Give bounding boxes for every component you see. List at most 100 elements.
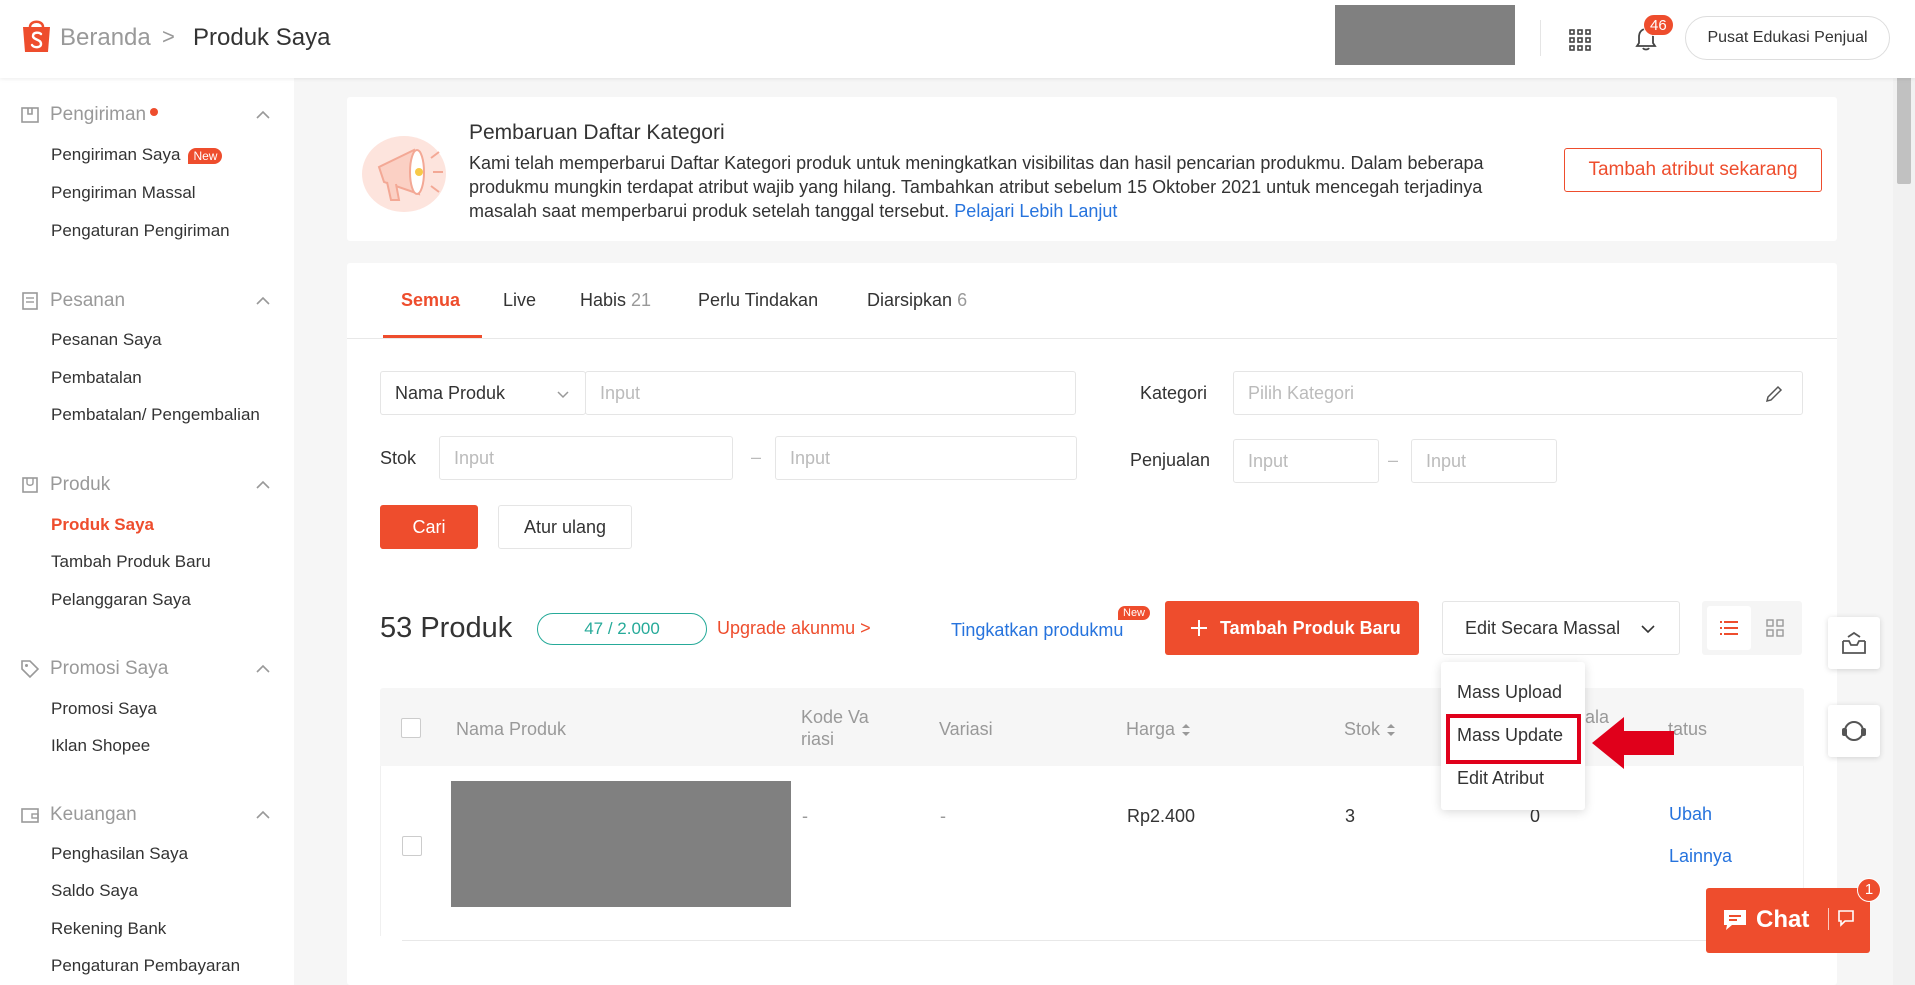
add-product-button[interactable]: Tambah Produk Baru [1165,601,1419,655]
reset-button[interactable]: Atur ulang [498,505,632,549]
kategori-label: Kategori [1140,383,1208,403]
column-header-stock[interactable]: Stok [1344,718,1396,740]
column-header-price[interactable]: Harga [1126,718,1191,740]
sidebar-item-pengiriman-massal[interactable]: Pengiriman Massal [51,183,196,203]
pencil-icon [1765,385,1783,403]
wallet-icon [21,808,39,823]
new-badge: New [1118,606,1151,620]
menu-item-edit-atribut[interactable]: Edit Atribut [1457,768,1544,789]
add-attribute-button[interactable]: Tambah atribut sekarang [1564,148,1822,192]
support-float-button[interactable] [1828,705,1880,757]
chevron-up-icon[interactable] [254,476,272,494]
chat-unread-badge: 1 [1857,878,1881,902]
chevron-up-icon[interactable] [254,292,272,310]
chevron-up-icon[interactable] [254,806,272,824]
chevron-down-icon [557,391,569,399]
search-field-select[interactable]: Nama Produk [380,371,586,415]
stock-max-input[interactable]: Input [775,436,1077,480]
row-stock: 3 [1345,806,1356,826]
learn-more-link[interactable]: Pelajari Lebih Lanjut [954,201,1117,221]
sidebar-item-pesanan-saya[interactable]: Pesanan Saya [51,330,162,350]
sidebar-item-pengiriman-saya[interactable]: Pengiriman Saya New [51,145,223,165]
chevron-up-icon[interactable] [254,106,272,124]
sidebar-item-saldo[interactable]: Saldo Saya [51,881,138,901]
sidebar-item-penghasilan[interactable]: Penghasilan Saya [51,844,188,864]
inbox-float-button[interactable] [1828,617,1880,669]
grid-view-button[interactable] [1753,606,1797,650]
sidebar-section-keuangan[interactable]: Keuangan [20,804,272,826]
list-view-icon [1720,621,1738,635]
row-sku: - [802,806,808,826]
tab-perlu-tindakan[interactable]: Perlu Tindakan [698,290,818,311]
column-header-sku: Kode Va riasi [801,707,869,749]
tab-semua[interactable]: Semua [401,290,460,311]
page-scrollbar[interactable] [1893,0,1915,985]
sidebar-section-pengiriman[interactable]: Pengiriman [20,104,272,126]
shopee-logo-icon[interactable] [20,16,53,54]
apps-grid-icon[interactable] [1568,28,1592,52]
sidebar-section-title: Pengiriman [50,104,147,125]
sort-icon [1387,724,1396,737]
sales-max-input[interactable]: Input [1411,439,1557,483]
category-picker[interactable]: Pilih Kategori [1233,371,1803,415]
edit-product-link[interactable]: Ubah [1669,804,1712,825]
annotation-arrow-icon [1592,717,1674,769]
tab-diarsipkan[interactable]: Diarsipkan 6 [867,290,967,311]
tab-habis[interactable]: Habis 21 [580,290,651,311]
sidebar-section-pesanan[interactable]: Pesanan [20,290,272,312]
tab-count: 6 [957,290,968,310]
megaphone-illustration-icon [362,136,446,212]
view-toggle [1702,601,1802,655]
sidebar-item-pengembalian[interactable]: Pembatalan/ Pengembalian [51,405,260,425]
chat-button[interactable]: Chat [1706,888,1870,953]
improve-products-link[interactable]: Tingkatkan produkmu [951,620,1123,641]
sidebar-item-promosi-saya[interactable]: Promosi Saya [51,699,157,719]
sidebar-section-title: Pesanan [50,290,126,311]
sidebar-section-promosi[interactable]: Promosi Saya [20,658,272,680]
breadcrumb-home[interactable]: Beranda [60,24,151,52]
sidebar-item-pengaturan-pembayaran[interactable]: Pengaturan Pembayaran [51,956,240,976]
upgrade-account-link[interactable]: Upgrade akunmu > [717,618,871,639]
stock-min-input[interactable]: Input [439,436,733,480]
banner-text: Kami telah memperbarui Daftar Kategori p… [469,153,1484,221]
expand-chat-icon [1838,910,1854,927]
search-button[interactable]: Cari [380,505,478,549]
chat-label: Chat [1756,906,1810,933]
sidebar-item-rekening-bank[interactable]: Rekening Bank [51,919,166,939]
more-actions-link[interactable]: Lainnya [1669,846,1732,867]
row-divider [402,940,1802,941]
mass-edit-dropdown[interactable]: Edit Secara Massal [1442,601,1680,655]
chevron-up-icon[interactable] [254,660,272,678]
redacted-product-image [451,781,791,907]
tab-live[interactable]: Live [503,290,536,311]
sidebar-item-tambah-produk[interactable]: Tambah Produk Baru [51,552,211,572]
sales-min-input[interactable]: Input [1233,439,1379,483]
sidebar-item-pengaturan-pengiriman[interactable]: Pengaturan Pengiriman [51,221,230,241]
range-separator: – [1388,450,1399,470]
sidebar-item-produk-saya[interactable]: Produk Saya [51,515,154,535]
row-price: Rp2.400 [1127,806,1196,826]
table-row: - - Rp2.400 3 0 Ubah Lainnya [380,766,1804,936]
clipboard-icon [22,292,38,310]
grid-view-icon [1766,619,1784,637]
sidebar-section-produk[interactable]: Produk [20,474,272,496]
row-checkbox[interactable] [402,836,422,856]
shipping-box-icon [21,107,39,123]
new-badge: New [188,147,223,164]
breadcrumb-separator: > [162,24,175,49]
mail-tray-icon [1842,631,1866,654]
sidebar-item-pelanggaran[interactable]: Pelanggaran Saya [51,590,191,610]
menu-item-mass-upload[interactable]: Mass Upload [1457,682,1562,703]
product-name-input[interactable]: Input [585,371,1076,415]
sidebar-item-iklan-shopee[interactable]: Iklan Shopee [51,736,150,756]
sidebar-item-pembatalan[interactable]: Pembatalan [51,368,142,388]
product-count: 53 Produk [380,612,513,644]
list-view-button[interactable] [1707,606,1751,650]
sidebar-section-title: Produk [50,474,111,495]
top-bar: Beranda > Produk Saya 46 Pusat Edukasi P… [0,0,1915,78]
chevron-down-icon [1641,625,1655,634]
seller-education-button[interactable]: Pusat Edukasi Penjual [1685,16,1890,60]
chat-bubble-icon [1724,910,1746,930]
notification-badge: 46 [1643,14,1674,36]
select-all-checkbox[interactable] [401,718,421,738]
